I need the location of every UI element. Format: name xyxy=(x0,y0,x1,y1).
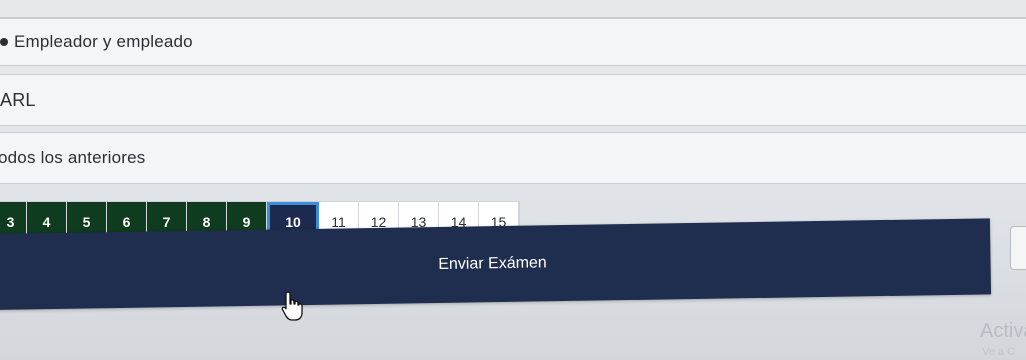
answer-option-3[interactable]: odos los anteriores xyxy=(0,132,1026,184)
windows-activation-watermark: Activa xyxy=(980,320,1026,342)
windows-activation-subtext: Ve a C xyxy=(982,346,1016,358)
answer-option-label: odos los anteriores xyxy=(0,148,146,167)
answer-option-label: Empleador y empleado xyxy=(14,32,193,51)
submit-exam-button[interactable]: Enviar Exámen xyxy=(0,218,992,310)
hand-pointer-icon xyxy=(281,291,303,321)
top-strip xyxy=(0,0,1026,18)
answer-option-label: ARL xyxy=(0,89,36,110)
answer-option-1[interactable]: Empleador y empleado xyxy=(0,18,1026,66)
side-tab[interactable] xyxy=(1010,226,1026,270)
answer-option-2[interactable]: ARL xyxy=(0,74,1026,126)
radio-selected-icon[interactable] xyxy=(0,38,8,46)
